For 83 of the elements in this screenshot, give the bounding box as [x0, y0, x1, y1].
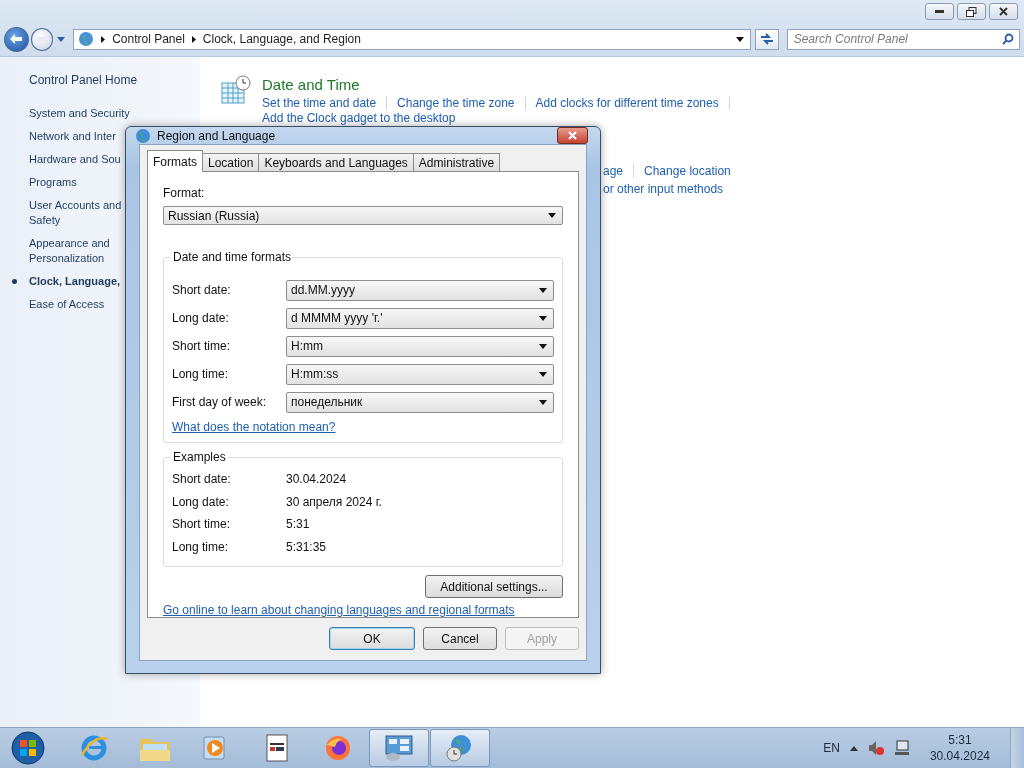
field-label: Short date:: [172, 472, 231, 487]
refresh-icon: [759, 33, 774, 45]
history-dropdown[interactable]: [55, 36, 68, 42]
field-label: Short time:: [172, 517, 231, 532]
example-value: 5:31: [286, 517, 310, 532]
control-panel-icon: [383, 733, 415, 763]
close-icon: [999, 7, 1008, 16]
task-link[interactable]: Set the time and date: [262, 96, 377, 110]
dialog-title: Region and Language: [157, 128, 277, 143]
breadcrumb[interactable]: Control Panel: [112, 32, 185, 46]
chevron-icon: [101, 35, 106, 43]
arrow-left-icon: [10, 34, 23, 44]
format-dropdown[interactable]: Russian (Russia): [163, 206, 563, 225]
sidebar-item[interactable]: System and Security: [29, 106, 200, 121]
caret-icon: [57, 36, 66, 42]
dropdown[interactable]: понедельник: [286, 391, 554, 413]
minimize-button[interactable]: [925, 3, 954, 20]
fox-globe-icon: [323, 733, 353, 763]
example-value: 5:31:35: [286, 539, 327, 554]
caret-icon: [548, 213, 556, 218]
document-icon: [265, 734, 289, 762]
browser-icon: [79, 733, 109, 763]
clock[interactable]: 5:31 30.04.2024: [929, 732, 990, 764]
chevron-icon: [191, 35, 196, 43]
language-indicator[interactable]: EN: [823, 741, 840, 755]
dropdown[interactable]: H:mm: [286, 335, 554, 357]
field-label: Short date:: [172, 283, 231, 297]
example-value: 30 апреля 2024 г.: [286, 494, 382, 509]
field-label: Format:: [163, 186, 206, 200]
caret-icon: [736, 36, 745, 42]
group-title: Date and time formats: [171, 250, 294, 264]
refresh-button[interactable]: [755, 28, 779, 50]
globe-icon: [135, 127, 151, 144]
arrow-right-icon: [36, 35, 47, 43]
caret-icon: [539, 399, 547, 405]
task-link[interactable]: Add clocks for different time zones: [535, 96, 719, 110]
task-link[interactable]: Add the Clock gadget to the desktop: [262, 111, 456, 125]
sidebar-link[interactable]: Control Panel Home: [29, 73, 200, 87]
field-label: Long time:: [172, 539, 229, 554]
caret-icon: [539, 315, 547, 321]
field-label: Long date:: [172, 494, 229, 509]
caret-icon: [539, 343, 547, 349]
search-icon[interactable]: [1002, 32, 1014, 45]
field-label: Short time:: [172, 339, 231, 353]
back-button[interactable]: [4, 26, 29, 52]
close-button[interactable]: [557, 127, 588, 144]
caret-icon: [539, 371, 547, 377]
minimize-icon: [935, 10, 944, 13]
address-bar[interactable]: Control Panel Clock, Language, and Region: [73, 28, 752, 50]
group-title: Examples: [171, 450, 228, 464]
forward-button[interactable]: [30, 27, 54, 51]
dialog-button[interactable]: OK: [329, 627, 415, 650]
close-button[interactable]: [989, 3, 1018, 20]
help-link[interactable]: Go online to learn about changing languages and regional formats: [163, 603, 515, 617]
section-heading: Date and Time: [262, 76, 361, 93]
field-label: Long date:: [172, 311, 229, 325]
task-link[interactable]: age: [603, 164, 624, 178]
field-label: Long time:: [172, 367, 229, 381]
tab[interactable]: Formats: [147, 150, 203, 172]
dropdown[interactable]: dd.MM.yyyy: [286, 279, 554, 301]
breadcrumb[interactable]: Clock, Language, and Region: [202, 32, 361, 46]
task-link[interactable]: Change the time zone: [397, 96, 515, 110]
restore-button[interactable]: [957, 3, 986, 20]
restore-icon: [966, 6, 977, 17]
search-field[interactable]: Search Control Panel: [786, 28, 1020, 50]
dropdown[interactable]: H:mm:ss: [286, 363, 554, 385]
task-link[interactable]: or other input methods: [603, 182, 1024, 196]
bullet-icon: [12, 279, 17, 284]
help-link[interactable]: What does the notation mean?: [172, 420, 336, 434]
field-label: First day of week:: [172, 395, 267, 409]
network-icon[interactable]: [893, 740, 910, 756]
dialog-button[interactable]: Cancel: [423, 627, 497, 650]
example-value: 30.04.2024: [286, 472, 347, 487]
close-icon: [568, 131, 577, 140]
globe-icon: [78, 31, 95, 47]
calendar-clock-icon: [220, 74, 252, 106]
speaker-muted-icon[interactable]: [867, 740, 884, 756]
chevron-up-icon[interactable]: [849, 745, 858, 751]
dropdown[interactable]: d MMMM yyyy 'г.': [286, 307, 554, 329]
start-orb-icon: [11, 731, 45, 765]
caret-icon: [539, 287, 547, 293]
task-link[interactable]: Change location: [644, 164, 731, 178]
additional-settings-button[interactable]: Additional settings...: [425, 575, 563, 598]
